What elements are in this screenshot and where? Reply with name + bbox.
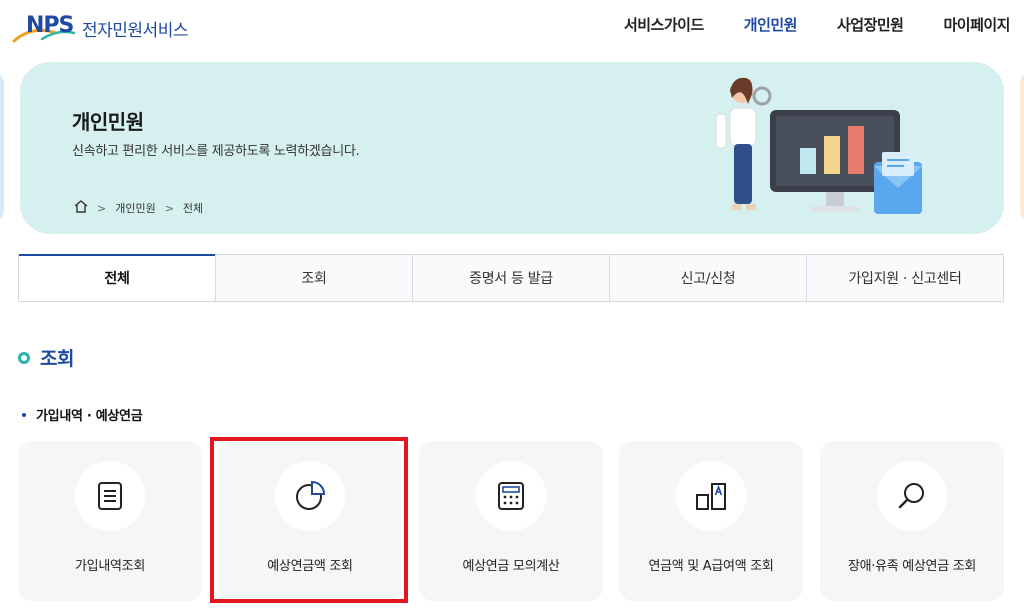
tab-join-support[interactable]: 가입지원 · 신고센터 — [806, 255, 1003, 301]
calculator-icon — [498, 482, 524, 510]
tab-all[interactable]: 전체 — [19, 254, 215, 301]
main-nav: 서비스가이드 개인민원 사업장민원 마이페이지 — [584, 14, 1011, 35]
hero-illustration — [715, 77, 922, 214]
nps-logo-mark: NPS — [12, 11, 80, 45]
tab-certificate[interactable]: 증명서 등 발급 — [412, 255, 609, 301]
card-label: 예상연금액 조회 — [267, 559, 353, 574]
pie-chart-icon — [296, 480, 326, 510]
home-icon[interactable] — [74, 200, 88, 216]
card-pension-a-benefit[interactable]: 연금액 및 A급여액 조회 — [619, 441, 803, 601]
header: NPS 전자민원서비스 서비스가이드 개인민원 사업장민원 마이페이지 — [0, 0, 1024, 52]
card-label: 예상연금 모의계산 — [462, 559, 560, 574]
document-icon — [98, 482, 122, 510]
card-icon-circle — [877, 461, 947, 531]
logo[interactable]: NPS 전자민원서비스 — [12, 10, 202, 46]
card-disability-survivor[interactable]: 장애·유족 예상연금 조회 — [820, 441, 1004, 601]
card-icon-circle — [476, 461, 546, 531]
page-title: 개인민원 — [72, 110, 144, 134]
logo-text: 전자민원서비스 — [82, 20, 188, 41]
chevron-right-icon: > — [97, 201, 107, 215]
chevron-right-icon: > — [164, 201, 174, 215]
card-simulation[interactable]: 예상연금 모의계산 — [419, 441, 603, 601]
card-icon-circle — [676, 461, 746, 531]
card-label: 연금액 및 A급여액 조회 — [648, 559, 774, 574]
logo-mark-text: NPS — [26, 13, 74, 38]
nav-service-guide[interactable]: 서비스가이드 — [624, 14, 704, 35]
card-icon-circle — [275, 461, 345, 531]
magnifier-icon — [898, 483, 924, 509]
breadcrumb-item[interactable]: 개인민원 — [115, 200, 155, 216]
card-label: 장애·유족 예상연금 조회 — [847, 559, 977, 574]
decor-right — [1020, 72, 1024, 222]
nav-personal[interactable]: 개인민원 — [744, 14, 798, 35]
dot-bullet-icon — [22, 412, 26, 417]
section-title: 조회 — [18, 344, 74, 371]
tab-report[interactable]: 신고/신청 — [609, 255, 806, 301]
card-icon-circle — [75, 461, 145, 531]
breadcrumb: > 개인민원 > 전체 — [74, 200, 203, 216]
subsection-title-text: 가입내역 · 예상연금 — [36, 409, 143, 424]
service-cards: 가입내역조회 예상연금액 조회 예상연금 모의계산 연금액 및 A급여액 조회 … — [18, 441, 1004, 601]
ring-bullet-icon — [18, 351, 30, 364]
category-tabs: 전체 조회 증명서 등 발급 신고/신청 가입지원 · 신고센터 — [18, 254, 1004, 302]
compare-icon — [696, 483, 726, 510]
card-expected-pension[interactable]: 예상연금액 조회 — [218, 441, 402, 601]
breadcrumb-item: 전체 — [182, 202, 204, 215]
tab-inquiry[interactable]: 조회 — [215, 255, 412, 301]
hero-banner: 개인민원 신속하고 편리한 서비스를 제공하도록 노력하겠습니다. > 개인민원… — [20, 62, 1004, 234]
card-enrollment-history[interactable]: 가입내역조회 — [18, 441, 202, 601]
page-subtitle: 신속하고 편리한 서비스를 제공하도록 노력하겠습니다. — [72, 144, 360, 159]
section-title-text: 조회 — [40, 348, 74, 370]
nav-business[interactable]: 사업장민원 — [837, 14, 904, 35]
nav-mypage[interactable]: 마이페이지 — [943, 14, 1010, 35]
subsection-title: 가입내역 · 예상연금 — [22, 405, 143, 424]
decor-left — [0, 72, 4, 222]
card-label: 가입내역조회 — [75, 559, 145, 574]
